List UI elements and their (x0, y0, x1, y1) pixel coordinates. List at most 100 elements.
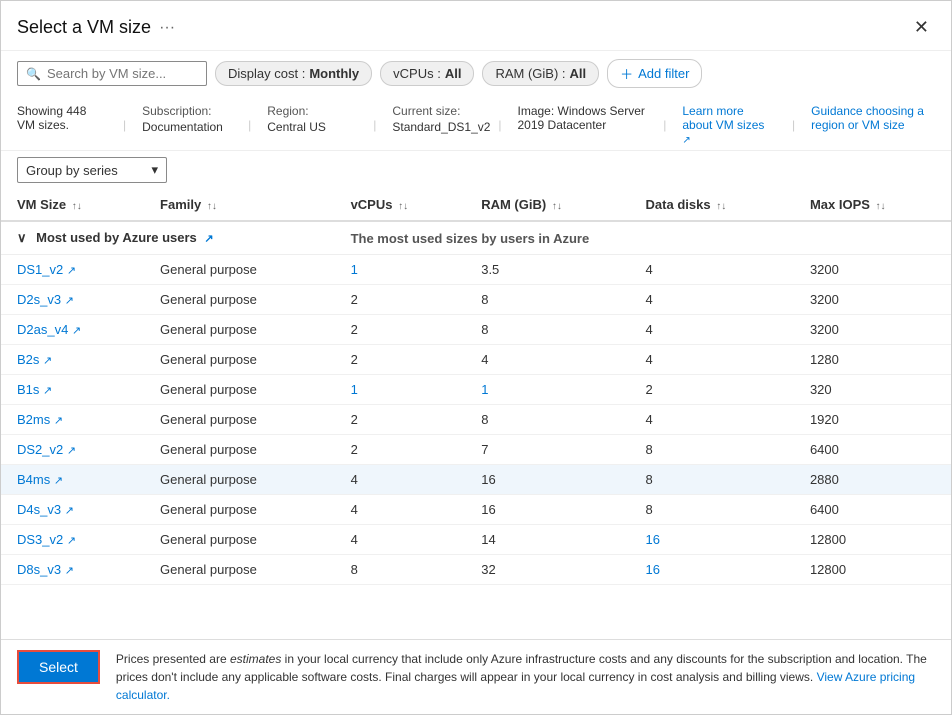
cell-vm-name: D8s_v3 ↗ (1, 555, 144, 585)
cell-family: General purpose (144, 315, 335, 345)
cell-iops: 3200 (794, 255, 951, 285)
vm-trend-icon: ↗ (72, 325, 81, 337)
group-trend-icon: ↗ (204, 233, 213, 245)
divider5: | (659, 104, 670, 146)
col-data-disks[interactable]: Data disks ↑↓ (630, 189, 794, 221)
cell-ram: 3.5 (465, 255, 629, 285)
cell-iops: 3200 (794, 285, 951, 315)
cell-iops: 320 (794, 375, 951, 405)
subscription-info: Subscription: Documentation (142, 104, 232, 134)
table-row[interactable]: D2as_v4 ↗ General purpose 2 8 4 3200 (1, 315, 951, 345)
vm-name-link[interactable]: B4ms (17, 472, 50, 487)
cell-vcpus: 4 (335, 495, 466, 525)
cell-family: General purpose (144, 495, 335, 525)
display-cost-filter[interactable]: Display cost : Monthly (215, 61, 372, 86)
vm-name-link[interactable]: D2s_v3 (17, 292, 61, 307)
cell-vm-name: DS3_v2 ↗ (1, 525, 144, 555)
group-header-label[interactable]: ∨ Most used by Azure users ↗ (1, 221, 335, 255)
region-info: Region: Central US (267, 104, 357, 134)
vcpu-filter[interactable]: vCPUs : All (380, 61, 474, 86)
cell-disks: 4 (630, 315, 794, 345)
table-row[interactable]: B2s ↗ General purpose 2 4 4 1280 (1, 345, 951, 375)
col-ram[interactable]: RAM (GiB) ↑↓ (465, 189, 629, 221)
table-row[interactable]: D4s_v3 ↗ General purpose 4 16 8 6400 (1, 495, 951, 525)
cell-family: General purpose (144, 375, 335, 405)
cell-family: General purpose (144, 525, 335, 555)
table-row[interactable]: B4ms ↗ General purpose 4 16 8 2880 (1, 465, 951, 495)
vm-name-link[interactable]: D8s_v3 (17, 562, 61, 577)
cell-vcpus: 2 (335, 285, 466, 315)
col-vm-size[interactable]: VM Size ↑↓ (1, 189, 144, 221)
group-toggle[interactable]: ∨ (17, 230, 27, 245)
dialog-ellipsis[interactable]: ··· (159, 19, 175, 37)
group-by-select[interactable]: Group by series ▾ (17, 157, 167, 183)
current-size-info: Current size: Standard_DS1_v2 (392, 104, 482, 134)
learn-more-link[interactable]: Learn more about VM sizes ↗ (682, 104, 776, 146)
select-button[interactable]: Select (17, 650, 100, 684)
cell-vm-name: D2as_v4 ↗ (1, 315, 144, 345)
guidance-link[interactable]: Guidance choosing a region or VM size (811, 104, 935, 132)
cell-vcpus: 1 (335, 375, 466, 405)
cell-iops: 2880 (794, 465, 951, 495)
divider2: | (244, 104, 255, 146)
vm-name-link[interactable]: D2as_v4 (17, 322, 68, 337)
cell-vcpus: 4 (335, 465, 466, 495)
search-box[interactable]: 🔍 (17, 61, 207, 86)
vm-name-link[interactable]: B1s (17, 382, 39, 397)
current-size-value: Standard_DS1_v2 (392, 120, 482, 134)
table-row[interactable]: D8s_v3 ↗ General purpose 8 32 16 12800 (1, 555, 951, 585)
cell-family: General purpose (144, 435, 335, 465)
showing-info: Showing 448 VM sizes. (17, 104, 107, 132)
cell-iops: 6400 (794, 435, 951, 465)
cell-ram: 8 (465, 315, 629, 345)
guidance-info[interactable]: Guidance choosing a region or VM size (811, 104, 935, 132)
image-info: Image: Windows Server 2019 Datacenter (518, 104, 648, 132)
cell-disks: 2 (630, 375, 794, 405)
divider4: | (494, 104, 505, 146)
table-row[interactable]: D2s_v3 ↗ General purpose 2 8 4 3200 (1, 285, 951, 315)
cell-disks: 8 (630, 495, 794, 525)
cell-ram: 8 (465, 405, 629, 435)
cell-vm-name: DS2_v2 ↗ (1, 435, 144, 465)
cell-ram: 7 (465, 435, 629, 465)
vm-trend-icon: ↗ (67, 445, 76, 457)
vm-name-link[interactable]: DS2_v2 (17, 442, 63, 457)
external-link-icon: ↗ (682, 135, 690, 146)
vm-name-link[interactable]: DS1_v2 (17, 262, 63, 277)
cell-iops: 12800 (794, 555, 951, 585)
cell-ram: 16 (465, 465, 629, 495)
divider1: | (119, 104, 130, 146)
table-container: VM Size ↑↓ Family ↑↓ vCPUs ↑↓ RAM (GiB) … (1, 189, 951, 639)
vm-name-link[interactable]: B2ms (17, 412, 50, 427)
toolbar: 🔍 Display cost : Monthly vCPUs : All RAM… (1, 51, 951, 96)
close-button[interactable]: ✕ (908, 15, 935, 40)
group-by-label: Group by series (26, 163, 118, 178)
cell-ram: 1 (465, 375, 629, 405)
learn-more-info[interactable]: Learn more about VM sizes ↗ (682, 104, 776, 146)
cell-family: General purpose (144, 555, 335, 585)
search-input[interactable] (47, 66, 198, 81)
vm-name-link[interactable]: DS3_v2 (17, 532, 63, 547)
table-row[interactable]: DS3_v2 ↗ General purpose 4 14 16 12800 (1, 525, 951, 555)
col-family[interactable]: Family ↑↓ (144, 189, 335, 221)
vm-name-link[interactable]: B2s (17, 352, 39, 367)
vm-trend-icon: ↗ (67, 265, 76, 277)
vm-trend-icon: ↗ (65, 505, 74, 517)
group-by-row: Group by series ▾ (1, 151, 951, 189)
col-max-iops[interactable]: Max IOPS ↑↓ (794, 189, 951, 221)
table-row[interactable]: DS1_v2 ↗ General purpose 1 3.5 4 3200 (1, 255, 951, 285)
cell-vcpus: 1 (335, 255, 466, 285)
table-row[interactable]: B2ms ↗ General purpose 2 8 4 1920 (1, 405, 951, 435)
col-vcpus-label: vCPUs (351, 197, 393, 212)
col-vcpus[interactable]: vCPUs ↑↓ (335, 189, 466, 221)
cell-disks: 8 (630, 435, 794, 465)
vm-name-link[interactable]: D4s_v3 (17, 502, 61, 517)
table-row[interactable]: DS2_v2 ↗ General purpose 2 7 8 6400 (1, 435, 951, 465)
ram-filter[interactable]: RAM (GiB) : All (482, 61, 599, 86)
add-filter-label: Add filter (638, 66, 689, 81)
chevron-down-icon: ▾ (151, 162, 158, 178)
cell-iops: 1280 (794, 345, 951, 375)
table-row[interactable]: B1s ↗ General purpose 1 1 2 320 (1, 375, 951, 405)
vm-trend-icon: ↗ (65, 565, 74, 577)
add-filter-button[interactable]: ＋ Add filter (607, 59, 702, 88)
